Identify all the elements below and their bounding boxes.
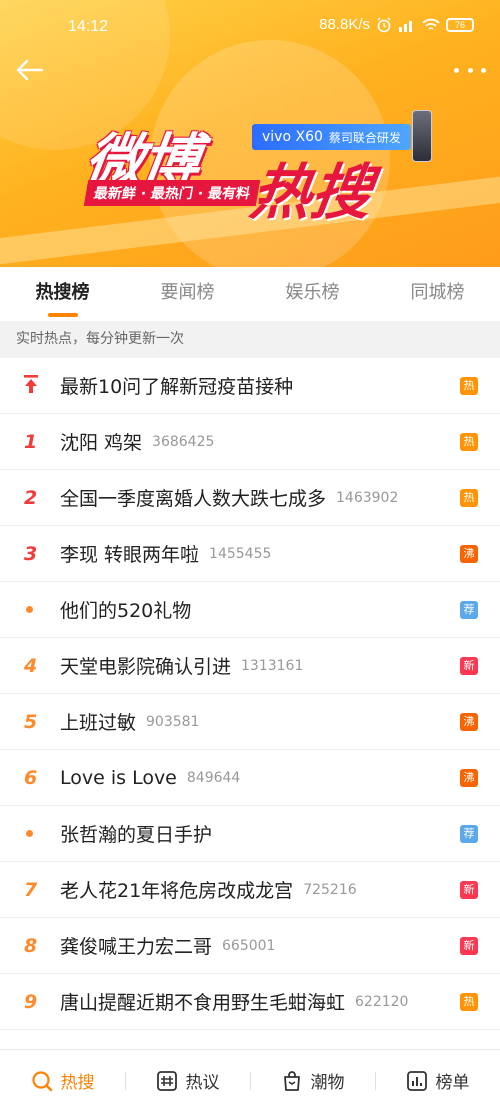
header-banner: 14:12 88.8K/s 76 微博 热搜 最新鲜 · 最热门 · 最有料 v… (0, 0, 500, 267)
item-title: 他们的520礼物 (60, 600, 192, 622)
bag-icon (283, 1070, 300, 1091)
nav-trends[interactable]: 潮物 (250, 1050, 375, 1111)
item-count: 1313161 (241, 657, 304, 674)
item-title: Love is Love (60, 766, 177, 789)
item-title: 上班过敏 (60, 712, 137, 734)
search-icon (31, 1070, 52, 1091)
item-title: 张哲瀚的夏日手护 (60, 824, 213, 846)
recommend-badge: 荐 (460, 825, 478, 843)
boil-badge: 沸 (460, 713, 478, 731)
nav-rankings[interactable]: 榜单 (375, 1050, 500, 1111)
item-count: 1463902 (336, 489, 399, 506)
nav-discussion[interactable]: 热议 (125, 1050, 250, 1111)
list-item[interactable]: 6 Love is Love 849644 沸 (0, 750, 500, 806)
hot-badge: 热 (460, 377, 478, 395)
list-item[interactable]: 8 龚俊喊王力宏二哥 665001 新 (0, 918, 500, 974)
more-button[interactable] (454, 60, 486, 80)
phone-image (412, 110, 432, 162)
back-arrow-icon (16, 59, 44, 81)
nav-label: 榜单 (435, 1073, 470, 1093)
nav-label: 热议 (185, 1073, 220, 1093)
item-title: 最新10问了解新冠疫苗接种 (60, 376, 294, 398)
more-dot (467, 67, 473, 73)
rank-number: 1 (24, 430, 38, 453)
list-item[interactable]: 最新10问了解新冠疫苗接种 热 (0, 358, 500, 414)
sponsor-brand: vivo X60 (262, 129, 323, 145)
alarm-icon (377, 17, 391, 32)
tab-news[interactable]: 要闻榜 (125, 267, 250, 321)
promo-dot (20, 830, 60, 837)
tab-local[interactable]: 同城榜 (375, 267, 500, 321)
list-item[interactable]: 4 天堂电影院确认引进 1313161 新 (0, 638, 500, 694)
more-dot (481, 67, 486, 73)
list-item[interactable]: 1 沈阳 鸡架 3686425 热 (0, 414, 500, 470)
new-badge: 新 (460, 937, 478, 955)
rank-number: 6 (24, 766, 38, 789)
item-count: 3686425 (152, 433, 215, 450)
sponsor-text: 蔡司联合研发 (328, 130, 401, 145)
battery-icon: 76 (446, 17, 474, 32)
boil-badge: 沸 (460, 769, 478, 787)
hot-badge: 热 (460, 489, 478, 507)
rank-number: 8 (24, 934, 38, 957)
tab-entertainment[interactable]: 娱乐榜 (250, 267, 375, 321)
pinned-icon (20, 374, 60, 398)
rank-number: 3 (24, 542, 38, 565)
new-badge: 新 (460, 657, 478, 675)
nav-label: 潮物 (310, 1073, 345, 1093)
list-item[interactable]: 5 上班过敏 903581 沸 (0, 694, 500, 750)
list-item[interactable]: 他们的520礼物 荐 (0, 582, 500, 638)
item-title: 沈阳 鸡架 (60, 432, 143, 454)
item-count: 849644 (186, 769, 241, 786)
logo-hot-text: 热搜 (246, 158, 377, 228)
nav-label: 热搜 (60, 1073, 95, 1093)
item-title: 龚俊喊王力宏二哥 (60, 936, 213, 958)
status-bar: 14:12 88.8K/s 76 (0, 0, 500, 56)
tab-bar: 热搜榜 要闻榜 娱乐榜 同城榜 (0, 267, 500, 321)
promo-dot (20, 606, 60, 613)
item-title: 李现 转眼两年啦 (60, 544, 200, 566)
bottom-nav: 热搜 热议 潮物 榜单 (0, 1049, 500, 1111)
rank-number: 5 (24, 710, 38, 733)
item-title: 天堂电影院确认引进 (60, 656, 232, 678)
item-count: 903581 (146, 713, 200, 730)
weibo-hot-logo: 微博 热搜 最新鲜 · 最热门 · 最有料 vivo X60 蔡司联合研发 (81, 108, 432, 228)
sponsor-badge[interactable]: vivo X60 蔡司联合研发 (252, 124, 411, 150)
signal-icon (399, 20, 412, 32)
list-item[interactable]: 张哲瀚的夏日手护 荐 (0, 806, 500, 862)
hot-search-list: 最新10问了解新冠疫苗接种 热 1 沈阳 鸡架 3686425 热 2 全国一季… (0, 358, 500, 1030)
list-subheading: 实时热点，每分钟更新一次 (0, 321, 500, 358)
item-count: 725216 (303, 881, 357, 898)
hashtag-icon (156, 1070, 177, 1091)
status-time: 14:12 (68, 18, 109, 35)
item-count: 665001 (222, 937, 276, 954)
more-dot (454, 67, 459, 73)
hot-badge: 热 (460, 433, 478, 451)
item-title: 老人花21年将危房改成龙宫 (60, 880, 294, 902)
rank-number: 9 (24, 990, 38, 1013)
item-count: 1455455 (209, 545, 272, 562)
new-badge: 新 (460, 881, 478, 899)
list-item[interactable]: 3 李现 转眼两年啦 1455455 沸 (0, 526, 500, 582)
logo-tagline: 最新鲜 · 最热门 · 最有料 (83, 180, 261, 206)
list-item[interactable]: 9 唐山提醒近期不食用野生毛蚶海虹 622120 热 (0, 974, 500, 1030)
rank-number: 4 (24, 654, 38, 677)
recommend-badge: 荐 (460, 601, 478, 619)
wifi-icon (422, 18, 440, 30)
list-item[interactable]: 7 老人花21年将危房改成龙宫 725216 新 (0, 862, 500, 918)
nav-hot-search[interactable]: 热搜 (0, 1050, 125, 1111)
hot-badge: 热 (460, 993, 478, 1011)
rank-number: 2 (24, 486, 38, 509)
back-button[interactable] (14, 56, 46, 84)
item-count: 622120 (355, 993, 409, 1010)
tab-hot-search[interactable]: 热搜榜 (0, 267, 125, 321)
list-item[interactable]: 2 全国一季度离婚人数大跌七成多 1463902 热 (0, 470, 500, 526)
chart-icon (406, 1070, 427, 1091)
rank-number: 7 (24, 878, 38, 901)
item-title: 全国一季度离婚人数大跌七成多 (60, 488, 327, 510)
status-indicators: 88.8K/s 76 (319, 16, 474, 33)
item-title: 唐山提醒近期不食用野生毛蚶海虹 (60, 992, 346, 1014)
network-speed: 88.8K/s (319, 16, 370, 33)
boil-badge: 沸 (460, 545, 478, 563)
